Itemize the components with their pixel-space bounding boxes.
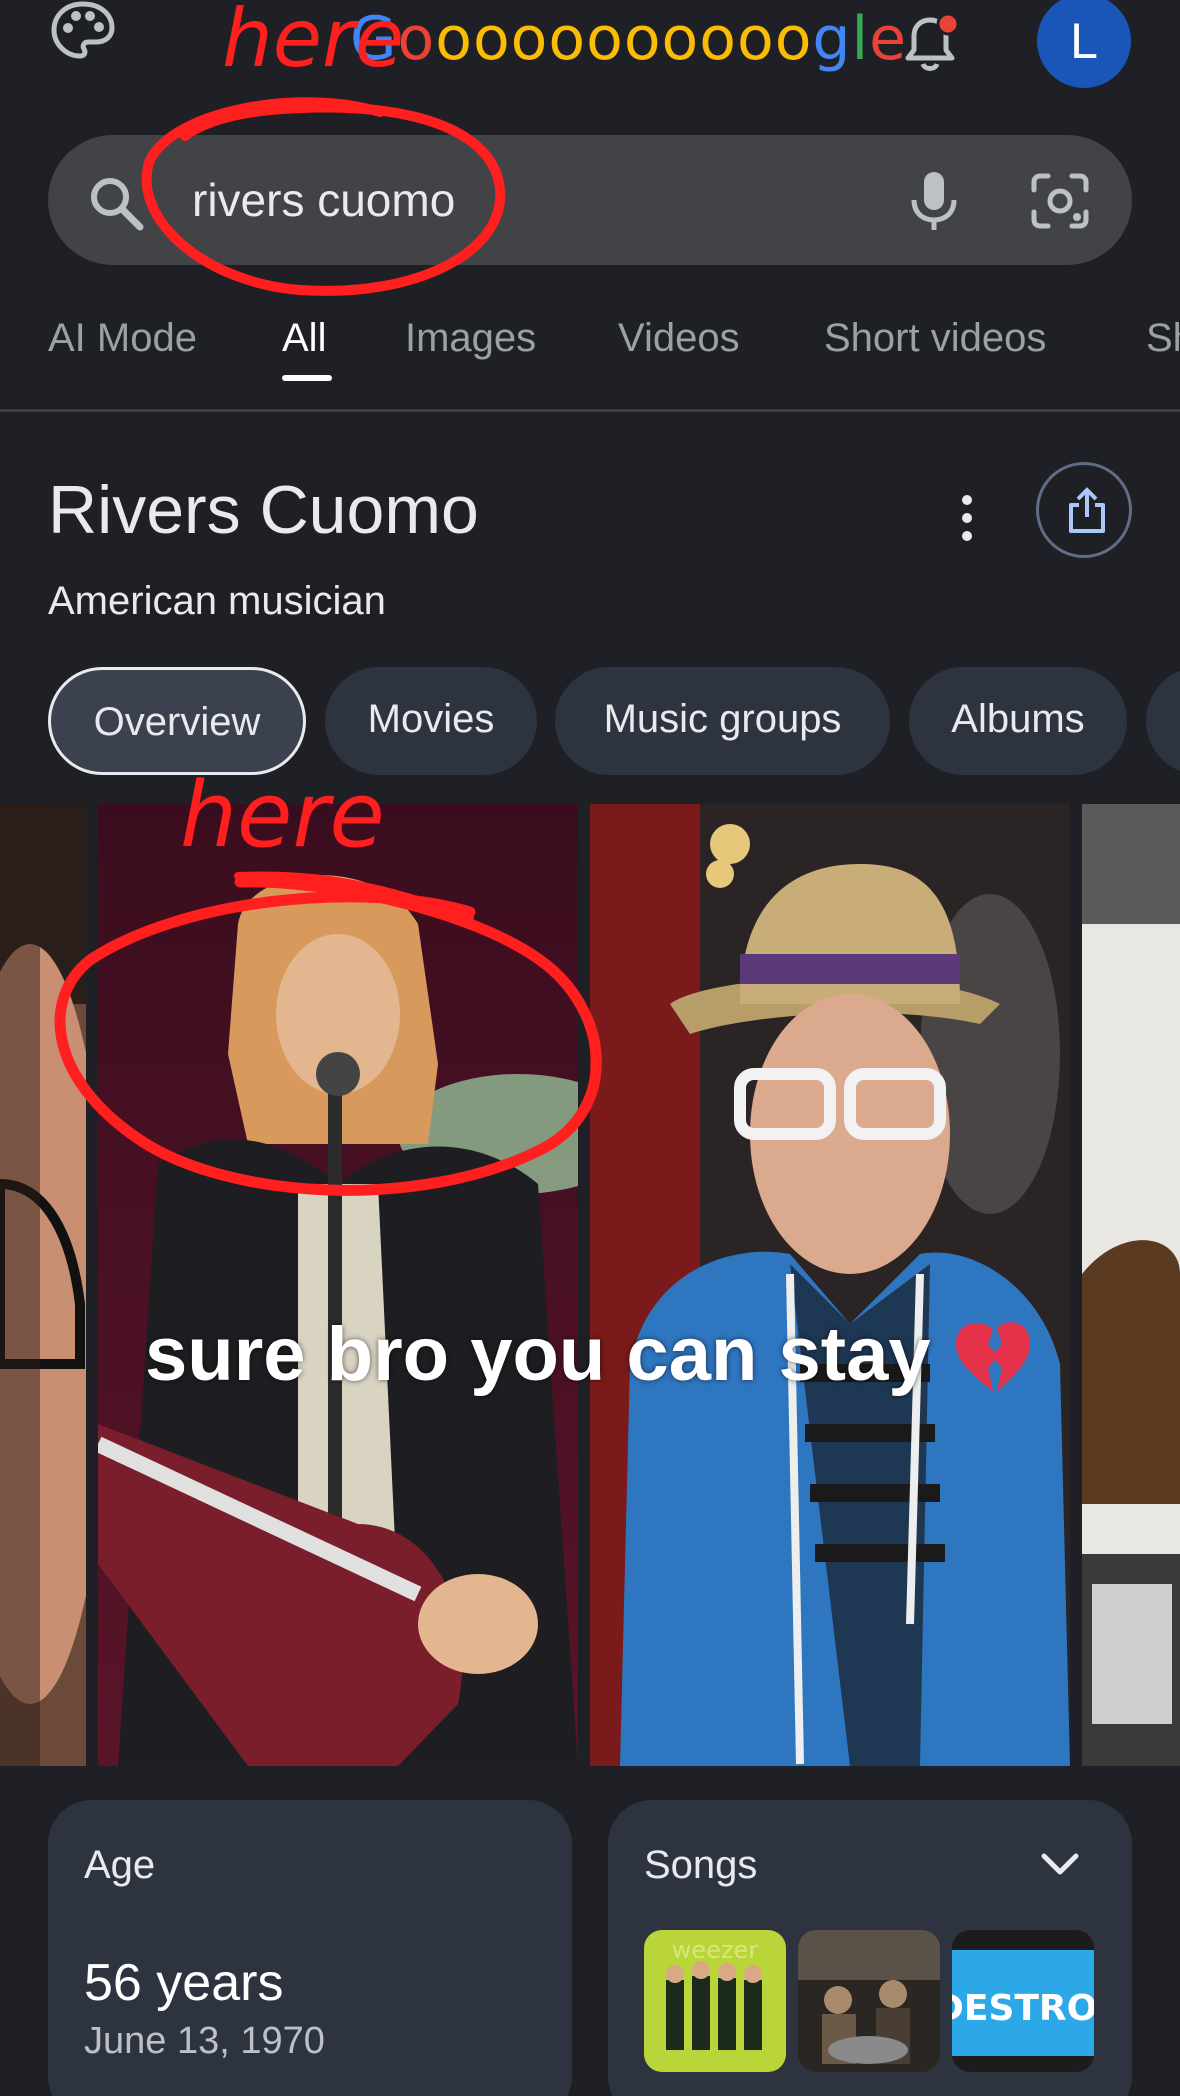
search-bar[interactable]: rivers cuomo bbox=[48, 135, 1132, 265]
image-tile-1[interactable] bbox=[0, 804, 86, 1766]
tab-videos[interactable]: Videos bbox=[618, 310, 740, 366]
logo-letter: o bbox=[397, 4, 436, 74]
bell-icon[interactable] bbox=[898, 12, 962, 74]
age-card-label: Age bbox=[84, 1843, 156, 1887]
logo-letter: g bbox=[812, 4, 852, 74]
songs-card-label: Songs bbox=[644, 1843, 758, 1887]
song-thumbnail-1[interactable]: weezer bbox=[644, 1930, 786, 2072]
birth-date: June 13, 1970 bbox=[84, 2020, 325, 2062]
chevron-down-icon[interactable] bbox=[1038, 1844, 1082, 1884]
logo-letter: o bbox=[774, 4, 813, 74]
logo-letter: o bbox=[623, 4, 662, 74]
share-icon bbox=[1069, 487, 1105, 533]
entity-subtitle: American musician bbox=[48, 579, 386, 623]
search-icon[interactable] bbox=[88, 175, 144, 231]
lens-icon[interactable] bbox=[1028, 170, 1092, 232]
chip-music-groups[interactable]: Music groups bbox=[555, 667, 890, 775]
logo-letter: o bbox=[548, 4, 587, 74]
image-carousel[interactable] bbox=[0, 804, 1180, 1766]
share-button[interactable] bbox=[1036, 462, 1132, 558]
song-thumbnail-2[interactable] bbox=[798, 1930, 940, 2072]
search-tabs: AI Mode All Images Videos Short videos S… bbox=[0, 300, 1180, 412]
notification-dot bbox=[936, 12, 960, 36]
tab-images[interactable]: Images bbox=[405, 310, 536, 366]
meme-caption: sure bro you can stay bbox=[145, 1312, 931, 1397]
chip-overview[interactable]: Overview bbox=[48, 667, 306, 775]
logo-letter: o bbox=[510, 4, 549, 74]
chip-more[interactable] bbox=[1146, 667, 1180, 775]
logo-letter: o bbox=[661, 4, 700, 74]
age-card[interactable]: Age 56 years June 13, 1970 bbox=[48, 1800, 572, 2096]
image-tile-2[interactable] bbox=[98, 804, 578, 1766]
songs-card[interactable]: Songs weezer ESTRO bbox=[608, 1800, 1132, 2096]
image-tile-4[interactable] bbox=[1082, 804, 1180, 1766]
tab-ai-mode[interactable]: AI Mode bbox=[48, 310, 197, 366]
palette-icon[interactable] bbox=[50, 0, 116, 60]
logo-letter: G bbox=[350, 4, 398, 74]
logo-letter: o bbox=[699, 4, 737, 74]
top-bar: Gooooooooooogle L bbox=[0, 0, 1180, 118]
broken-heart-icon bbox=[956, 1322, 1030, 1392]
song-thumbnail-3[interactable]: DESTROY bbox=[952, 1930, 1094, 2072]
tab-short-videos[interactable]: Short videos bbox=[824, 310, 1046, 366]
entity-title: Rivers Cuomo bbox=[48, 472, 479, 548]
entity-chips: Overview Movies Music groups Albums bbox=[0, 665, 1180, 775]
song-thumb-text: DESTROY bbox=[952, 1988, 1094, 2029]
logo-letter: o bbox=[435, 4, 473, 74]
chip-movies[interactable]: Movies bbox=[325, 667, 537, 775]
logo-letter: o bbox=[736, 4, 775, 74]
more-icon[interactable] bbox=[950, 490, 984, 546]
logo-letter: o bbox=[472, 4, 511, 74]
chip-albums[interactable]: Albums bbox=[909, 667, 1127, 775]
search-input[interactable]: rivers cuomo bbox=[192, 165, 455, 235]
tab-all[interactable]: All bbox=[282, 310, 326, 366]
avatar[interactable]: L bbox=[1037, 0, 1131, 88]
active-tab-indicator bbox=[282, 375, 332, 381]
logo-letter: l bbox=[851, 4, 870, 74]
tab-shopping[interactable]: Sh bbox=[1146, 310, 1180, 366]
album-cover-text: weezer bbox=[672, 1936, 759, 1964]
google-logo[interactable]: Gooooooooooogle bbox=[350, 4, 907, 74]
image-tile-3[interactable] bbox=[590, 804, 1070, 1766]
logo-letter: o bbox=[586, 4, 624, 74]
age-value: 56 years bbox=[84, 1954, 284, 2012]
mic-icon[interactable] bbox=[906, 170, 962, 232]
